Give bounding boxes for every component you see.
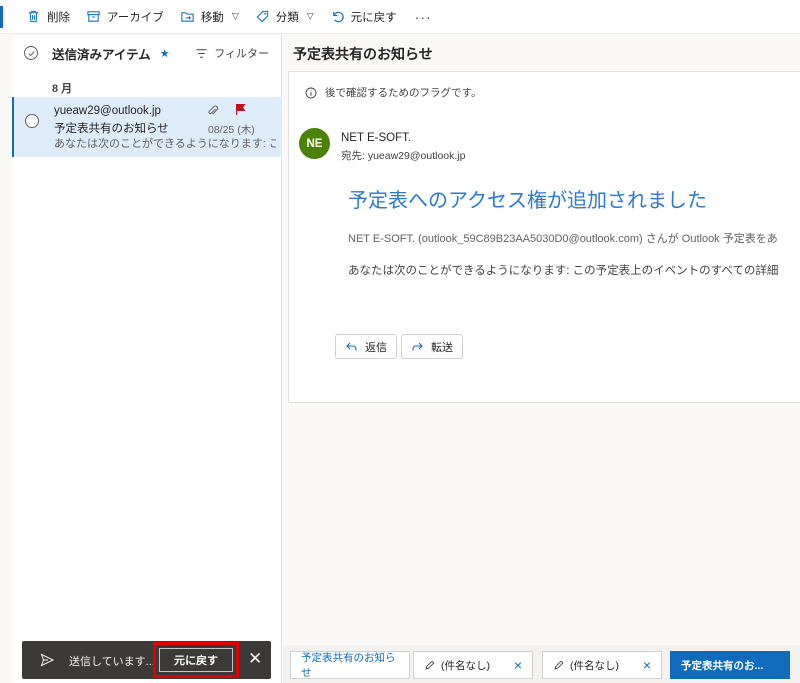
- forward-button[interactable]: 転送: [401, 334, 463, 359]
- item-subject: 予定表共有のお知らせ: [54, 123, 169, 135]
- pencil-icon: [425, 660, 435, 670]
- move-button[interactable]: 移動 ▽: [172, 4, 247, 30]
- item-date: 08/25 (木): [208, 124, 255, 136]
- body-heading: 予定表へのアクセス権が追加されました: [348, 190, 707, 212]
- delete-button[interactable]: 削除: [18, 4, 78, 30]
- archive-label: アーカイブ: [107, 11, 164, 24]
- chevron-down-icon: ▽: [306, 11, 314, 21]
- tab-label: 予定表共有のお知らせ: [301, 652, 396, 679]
- tab-draft[interactable]: (件名なし) ×: [542, 651, 662, 679]
- folder-move-icon: [181, 12, 194, 22]
- list-header: 送信済みアイテム ★ フィルター: [12, 35, 281, 71]
- categorize-button[interactable]: 分類 ▽: [247, 4, 322, 30]
- command-toolbar: 削除 アーカイブ 移動 ▽ 分類 ▽ 元に戻す ···: [0, 0, 800, 34]
- send-icon: [40, 653, 54, 667]
- open-items-tab-bar: 予定表共有のお知らせ (件名なし) × (件名なし) × 予定表共有のお...: [283, 645, 800, 683]
- tab-active-message[interactable]: 予定表共有のお...: [670, 651, 790, 679]
- item-sender: yueaw29@outlook.jp: [54, 105, 161, 117]
- forward-icon: [412, 342, 423, 351]
- move-label: 移動: [200, 11, 224, 24]
- item-select-radio[interactable]: [25, 114, 39, 128]
- message-card: 後で確認するためのフラグです。 NE NET E-SOFT. 宛先: yueaw…: [288, 71, 800, 403]
- flag-info-bar: 後で確認するためのフラグです。: [305, 85, 481, 100]
- archive-button[interactable]: アーカイブ: [78, 4, 172, 30]
- reading-pane: 予定表共有のお知らせ 後で確認するためのフラグです。 NE NET E-SOFT…: [283, 35, 800, 640]
- close-tab-icon[interactable]: ×: [643, 658, 651, 672]
- body-text-line: あなたは次のことができるようになります: この予定表上のイベントのすべての詳細: [348, 265, 779, 277]
- sender-avatar[interactable]: NE: [299, 128, 330, 159]
- more-options-button[interactable]: ···: [405, 9, 442, 25]
- archive-icon: [87, 11, 100, 22]
- tab-draft[interactable]: (件名なし) ×: [413, 651, 533, 679]
- list-item[interactable]: yueaw29@outlook.jp 予定表共有のお知らせ あなたは次のことがで…: [12, 97, 282, 157]
- undo-icon: [332, 11, 344, 23]
- reply-label: 返信: [365, 341, 387, 354]
- pencil-icon: [554, 660, 564, 670]
- flag-icon[interactable]: [234, 103, 247, 116]
- tab-message[interactable]: 予定表共有のお知らせ: [290, 651, 410, 679]
- sending-status-text: 送信しています...: [69, 656, 155, 668]
- undo-send-button[interactable]: 元に戻す: [159, 648, 233, 672]
- close-tab-icon[interactable]: ×: [514, 658, 522, 672]
- filter-button[interactable]: フィルター: [195, 45, 269, 61]
- message-list-pane: 送信済みアイテム ★ フィルター 8 月 yueaw29@outlook.jp …: [12, 35, 282, 683]
- close-icon[interactable]: ✕: [248, 650, 262, 667]
- reply-icon: [346, 342, 357, 351]
- item-preview: あなたは次のことができるようになります: この...: [54, 138, 276, 150]
- body-text-line: NET E-SOFT. (outlook_59C89B23AA5030D0@ou…: [348, 233, 778, 245]
- sender-name[interactable]: NET E-SOFT.: [341, 132, 411, 144]
- tab-label: (件名なし): [570, 659, 619, 672]
- filter-label: フィルター: [214, 48, 269, 60]
- reply-button[interactable]: 返信: [335, 334, 397, 359]
- forward-label: 転送: [431, 341, 453, 354]
- categorize-label: 分類: [275, 11, 299, 24]
- tab-label: (件名なし): [441, 659, 490, 672]
- select-all-checkbox[interactable]: [24, 46, 38, 60]
- favorite-star-icon[interactable]: ★: [160, 47, 170, 60]
- delete-label: 削除: [47, 11, 70, 24]
- tab-label: 予定表共有のお...: [681, 659, 764, 672]
- recipient-line: 宛先: yueaw29@outlook.jp: [341, 150, 466, 162]
- undo-highlight-box: 元に戻す: [153, 642, 239, 678]
- filter-icon: [196, 48, 207, 58]
- flag-info-text: 後で確認するためのフラグです。: [325, 87, 482, 99]
- chevron-down-icon: ▽: [231, 11, 239, 21]
- tag-icon: [256, 10, 268, 23]
- undo-toolbar-label: 元に戻す: [350, 11, 397, 24]
- sending-snackbar: 送信しています... 元に戻す ✕: [22, 641, 271, 679]
- paperclip-icon: [208, 105, 219, 115]
- date-group-label: 8 月: [52, 83, 73, 95]
- folder-title: 送信済みアイテム: [52, 47, 151, 62]
- message-subject: 予定表共有のお知らせ: [293, 46, 433, 62]
- trash-icon: [28, 10, 39, 23]
- nav-accent-bar: [0, 6, 3, 28]
- undo-toolbar-button[interactable]: 元に戻す: [322, 4, 405, 30]
- info-icon: [305, 87, 317, 98]
- checkmark-icon: [27, 50, 35, 56]
